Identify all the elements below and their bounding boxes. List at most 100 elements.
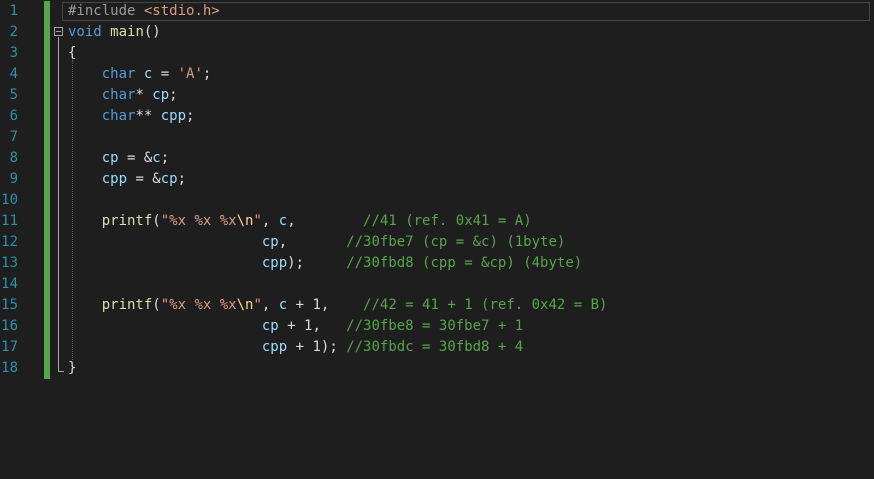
keyword-token: char bbox=[101, 108, 136, 124]
change-indicator bbox=[44, 148, 50, 169]
preprocessor-token: #include bbox=[68, 3, 136, 19]
string-token: <stdio.h> bbox=[143, 3, 220, 19]
code-line[interactable]: 17 cpp + 1); //30fbdc = 30fbd8 + 4 bbox=[0, 337, 874, 358]
line-number[interactable]: 13 bbox=[0, 253, 18, 274]
line-number[interactable]: 2 bbox=[0, 22, 18, 43]
code-token: ** bbox=[135, 108, 161, 124]
code-text: printf("%x %x %x\n", c, //41 (ref. 0x41 … bbox=[68, 211, 532, 232]
string-token: "%x %x %x bbox=[160, 297, 237, 313]
code-token: () bbox=[143, 24, 161, 40]
comment-token: //30fbe7 (cp = &c) (1byte) bbox=[346, 234, 566, 250]
code-token: + 1); bbox=[287, 339, 347, 355]
line-number[interactable]: 6 bbox=[0, 106, 18, 127]
line-number[interactable]: 11 bbox=[0, 211, 18, 232]
line-number[interactable]: 8 bbox=[0, 148, 18, 169]
change-indicator bbox=[44, 337, 50, 358]
keyword-token: char bbox=[101, 87, 136, 103]
code-token: , bbox=[287, 213, 364, 229]
line-number[interactable]: 14 bbox=[0, 274, 18, 295]
code-line[interactable]: 9 cpp = &cp; bbox=[0, 169, 874, 190]
line-number[interactable]: 12 bbox=[0, 232, 18, 253]
code-token: = & bbox=[118, 150, 153, 166]
line-number[interactable]: 15 bbox=[0, 295, 18, 316]
code-text: { bbox=[68, 43, 76, 64]
code-line[interactable]: 15 printf("%x %x %x\n", c + 1, //42 = 41… bbox=[0, 295, 874, 316]
code-token: ; bbox=[177, 171, 187, 187]
code-line[interactable]: 14 bbox=[0, 274, 874, 295]
code-token: } bbox=[68, 360, 77, 376]
comment-token: //41 (ref. 0x41 = A) bbox=[363, 213, 532, 229]
code-line[interactable]: 5 char* cp; bbox=[0, 85, 874, 106]
line-number[interactable]: 16 bbox=[0, 316, 18, 337]
code-line[interactable]: 3{ bbox=[0, 43, 874, 64]
code-line[interactable]: 16 cp + 1, //30fbe8 = 30fbe7 + 1 bbox=[0, 316, 874, 337]
code-token: ( bbox=[152, 297, 161, 313]
code-token: , bbox=[261, 297, 279, 313]
code-line[interactable]: 1 #include <stdio.h> bbox=[0, 1, 874, 22]
line-number[interactable]: 1 bbox=[0, 1, 18, 22]
code-token: { bbox=[68, 45, 77, 61]
comment-token: //30fbdc = 30fbd8 + 4 bbox=[346, 339, 524, 355]
identifier-token: cpp bbox=[101, 171, 128, 187]
function-token: printf bbox=[101, 213, 153, 229]
code-line[interactable]: 2 void main() bbox=[0, 22, 874, 43]
string-token: " bbox=[253, 297, 262, 313]
line-number[interactable]: 10 bbox=[0, 190, 18, 211]
code-line[interactable]: 12 cp, //30fbe7 (cp = &c) (1byte) bbox=[0, 232, 874, 253]
code-token: + 1, bbox=[278, 318, 347, 334]
code-token: ( bbox=[152, 213, 161, 229]
line-number[interactable]: 7 bbox=[0, 127, 18, 148]
identifier-token: cpp bbox=[261, 339, 288, 355]
code-token: ); bbox=[287, 255, 347, 271]
code-text: cpp + 1); //30fbdc = 30fbd8 + 4 bbox=[68, 337, 523, 358]
code-line[interactable]: 11 printf("%x %x %x\n", c, //41 (ref. 0x… bbox=[0, 211, 874, 232]
code-text: char* cp; bbox=[68, 85, 178, 106]
escape-token: \n bbox=[236, 213, 254, 229]
line-number[interactable]: 17 bbox=[0, 337, 18, 358]
code-line[interactable]: 13 cpp); //30fbd8 (cpp = &cp) (4byte) bbox=[0, 253, 874, 274]
code-text: cpp); //30fbd8 (cpp = &cp) (4byte) bbox=[68, 253, 582, 274]
comment-token: //30fbe8 = 30fbe7 + 1 bbox=[346, 318, 524, 334]
code-line[interactable]: 10 bbox=[0, 190, 874, 211]
change-indicator bbox=[44, 274, 50, 295]
line-number[interactable]: 5 bbox=[0, 85, 18, 106]
change-indicator bbox=[44, 295, 50, 316]
code-line[interactable]: 4 char c = 'A'; bbox=[0, 64, 874, 85]
line-number[interactable]: 4 bbox=[0, 64, 18, 85]
code-text: cp + 1, //30fbe8 = 30fbe7 + 1 bbox=[68, 316, 523, 337]
code-editor[interactable]: 1 #include <stdio.h> 2 void main() 3{4 char … bbox=[0, 0, 874, 479]
change-indicator bbox=[44, 22, 50, 43]
code-text: } bbox=[68, 358, 76, 379]
line-number[interactable]: 9 bbox=[0, 169, 18, 190]
code-line[interactable]: 8 cp = &c; bbox=[0, 148, 874, 169]
string-token: "%x %x %x bbox=[160, 213, 237, 229]
code-token: ; bbox=[186, 108, 195, 124]
keyword-token: char bbox=[101, 66, 136, 82]
line-number[interactable]: 3 bbox=[0, 43, 18, 64]
identifier-token: cp bbox=[160, 171, 178, 187]
identifier-token: cp bbox=[101, 150, 119, 166]
function-token: printf bbox=[101, 297, 153, 313]
comment-token: //30fbd8 (cpp = &cp) (4byte) bbox=[346, 255, 583, 271]
line-number[interactable]: 18 bbox=[0, 358, 18, 379]
code-line[interactable]: 18} bbox=[0, 358, 874, 379]
identifier-token: cp bbox=[261, 318, 279, 334]
change-indicator bbox=[44, 316, 50, 337]
code-line[interactable]: 7 bbox=[0, 127, 874, 148]
keyword-token: void bbox=[68, 24, 102, 40]
function-token: main bbox=[110, 24, 144, 40]
change-indicator bbox=[44, 1, 50, 22]
change-indicator bbox=[44, 190, 50, 211]
identifier-token: cpp bbox=[160, 108, 187, 124]
code-line[interactable]: 6 char** cpp; bbox=[0, 106, 874, 127]
code-token: ; bbox=[202, 66, 212, 82]
